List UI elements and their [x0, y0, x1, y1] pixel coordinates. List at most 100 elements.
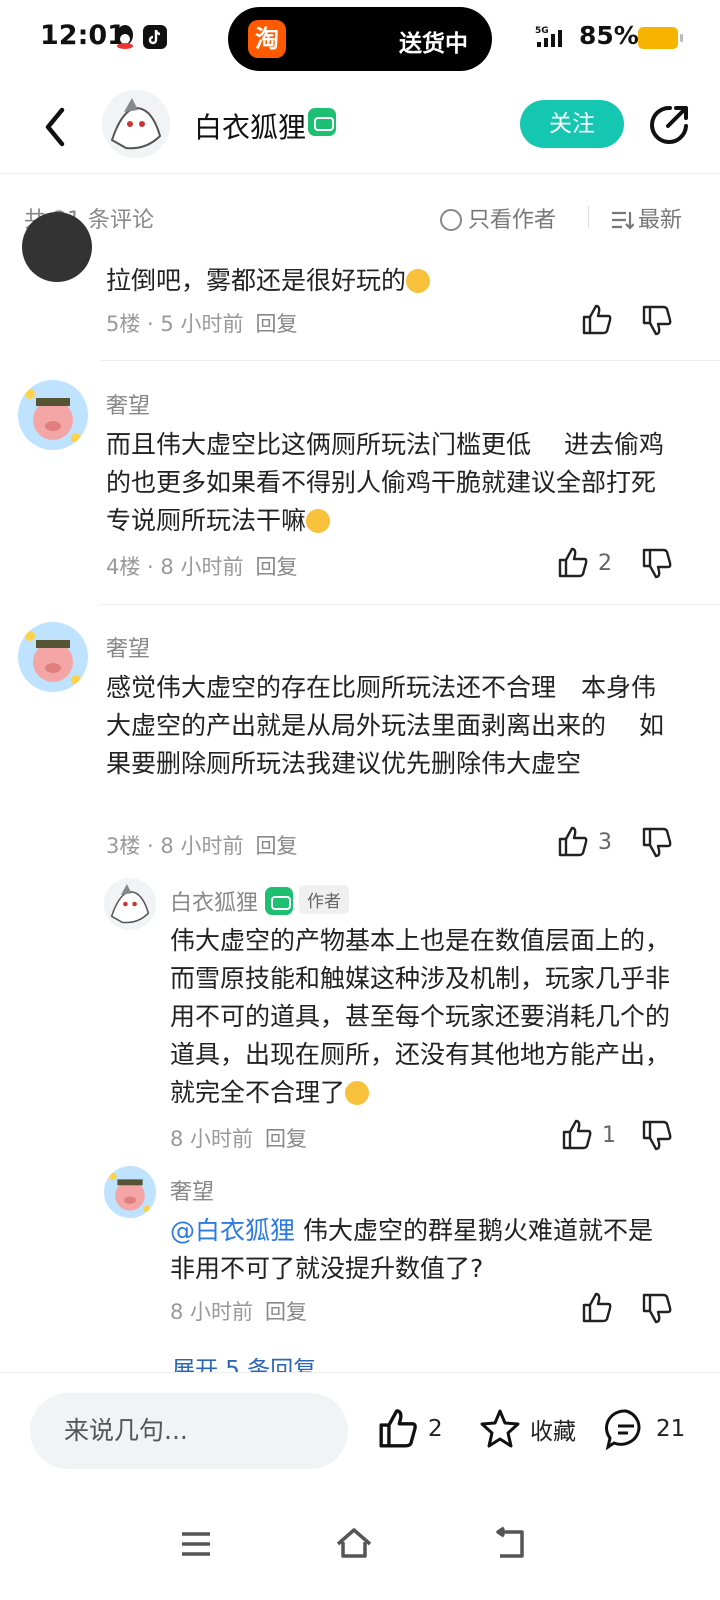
sort-icon: [612, 211, 634, 230]
comment-text: @白衣狐狸 伟大虚空的群星鹅火难道就不是非用不可了就没提升数值了?: [170, 1216, 653, 1283]
comment-meta: 4楼 · 8 小时前 回复: [106, 555, 298, 579]
comment-toolbar: 共 21 条评论 只看作者 最新: [0, 196, 720, 240]
collect-button[interactable]: 收藏: [478, 1407, 576, 1451]
username[interactable]: 奢望: [106, 388, 150, 420]
dislike-button[interactable]: [640, 546, 674, 580]
back-icon[interactable]: [36, 104, 76, 150]
thumb-down-icon: [642, 548, 672, 579]
thumb-down-icon: [642, 1293, 672, 1324]
dislike-button[interactable]: [640, 1291, 674, 1325]
comments-count: 21: [656, 1416, 686, 1442]
comment-icon: [605, 1409, 641, 1451]
thumb-down-icon: [642, 827, 672, 858]
username[interactable]: 奢望: [170, 1174, 214, 1206]
thumb-up-icon: [379, 1409, 417, 1448]
divider: [588, 206, 589, 228]
like-button[interactable]: 1: [560, 1118, 616, 1152]
thumb-up-icon: [558, 826, 588, 857]
like-count: 3: [598, 829, 612, 855]
collect-label: 收藏: [530, 1419, 576, 1445]
thumb-down-icon: [642, 305, 672, 336]
thumb-up-icon: [582, 304, 612, 335]
gamepad-badge-icon: [265, 887, 294, 915]
like-button[interactable]: 2: [556, 546, 612, 580]
pig-avatar-image: [18, 380, 88, 450]
comment-text: 拉倒吧，雾都还是很好玩的: [106, 262, 666, 300]
divider: [100, 604, 720, 605]
fox-avatar-image: [102, 90, 170, 158]
thumb-down-icon: [642, 1120, 672, 1151]
post-like-button[interactable]: 2: [376, 1407, 443, 1451]
avatar[interactable]: [104, 1166, 156, 1218]
radio-icon: [440, 209, 462, 231]
menu-icon[interactable]: [176, 1524, 216, 1564]
like-button[interactable]: [580, 1291, 614, 1325]
thumb-up-icon: [582, 1292, 612, 1323]
reply-button[interactable]: 回复: [255, 834, 297, 858]
follow-button[interactable]: 关注: [520, 100, 624, 148]
header: 白衣狐狸 关注: [0, 78, 720, 174]
mention-link[interactable]: @白衣狐狸: [170, 1216, 295, 1245]
avatar[interactable]: [18, 622, 88, 692]
comment-meta: 5楼 · 5 小时前 回复: [106, 312, 298, 336]
pig-avatar-image: [18, 622, 88, 692]
sort-button[interactable]: 最新: [610, 202, 682, 234]
reply-button[interactable]: 回复: [255, 555, 297, 579]
bottom-bar: 来说几句... 2 收藏 21: [0, 1372, 720, 1488]
thumb-up-icon: [562, 1119, 592, 1150]
author-tag: 作者: [299, 885, 350, 914]
gamepad-badge-icon: [308, 108, 336, 136]
island-status-text: 送货中: [399, 31, 468, 57]
system-nav-bar: [0, 1488, 720, 1600]
comment-meta: 8 小时前 回复: [170, 1300, 308, 1324]
sunglasses-emoji-icon: [406, 269, 431, 293]
return-icon[interactable]: [490, 1524, 530, 1564]
like-count: 1: [602, 1122, 616, 1148]
reply-button[interactable]: 回复: [265, 1127, 307, 1151]
dynamic-island[interactable]: 淘 送货中: [228, 7, 492, 71]
pig-avatar-image: [104, 1166, 156, 1218]
home-icon[interactable]: [334, 1524, 374, 1564]
dislike-button[interactable]: [640, 303, 674, 337]
username[interactable]: 奢望: [106, 631, 150, 663]
status-bar: 12:01 淘 送货中 5G 85%: [0, 0, 720, 78]
taobao-icon: 淘: [248, 20, 286, 58]
like-count: 2: [598, 550, 612, 576]
reply-button[interactable]: 回复: [255, 312, 297, 336]
emoji-icon: [345, 1081, 370, 1105]
share-icon[interactable]: [646, 102, 692, 148]
qq-icon: [117, 25, 133, 49]
thumb-up-icon: [558, 547, 588, 578]
comment-meta: 8 小时前 回复: [170, 1127, 308, 1151]
emoji-icon: [306, 509, 331, 533]
battery-icon: [638, 27, 683, 49]
page-title[interactable]: 白衣狐狸: [194, 106, 306, 146]
avatar[interactable]: [104, 878, 156, 930]
signal-icon: 5G: [535, 26, 562, 47]
only-author-toggle[interactable]: 只看作者: [440, 202, 556, 234]
post-like-count: 2: [428, 1416, 443, 1442]
avatar[interactable]: [102, 90, 170, 158]
star-icon: [480, 1409, 520, 1448]
like-button[interactable]: [580, 303, 614, 337]
divider: [100, 360, 720, 361]
comment-text: 伟大虚空的产物基本上也是在数值层面上的，而雪原技能和触媒这种涉及机制，玩家几乎非…: [170, 926, 671, 1107]
comment-input[interactable]: 来说几句...: [30, 1393, 348, 1469]
comments-button[interactable]: 21: [604, 1407, 685, 1451]
fox-avatar-image: [104, 878, 156, 930]
tiktok-icon: [143, 25, 167, 49]
comment-text: 而且伟大虚空比这俩厕所玩法门槛更低 进去偷鸡的也更多如果看不得别人偷鸡干脆就建议…: [106, 430, 664, 535]
battery-percent: 85%: [579, 21, 639, 50]
dislike-button[interactable]: [640, 825, 674, 859]
svg-text:5G: 5G: [535, 26, 549, 36]
reply-button[interactable]: 回复: [265, 1300, 307, 1324]
avatar[interactable]: [18, 380, 88, 450]
only-author-label: 只看作者: [468, 208, 557, 233]
comment-meta: 3楼 · 8 小时前 回复: [106, 834, 298, 858]
avatar[interactable]: [22, 212, 92, 282]
username[interactable]: 白衣狐狸 作者: [170, 885, 350, 917]
like-button[interactable]: 3: [556, 825, 612, 859]
dislike-button[interactable]: [640, 1118, 674, 1152]
sort-label: 最新: [638, 208, 683, 233]
comment-text: 感觉伟大虚空的存在比厕所玩法还不合理 本身伟大虚空的产出就是从局外玩法里面剥离出…: [106, 673, 664, 778]
